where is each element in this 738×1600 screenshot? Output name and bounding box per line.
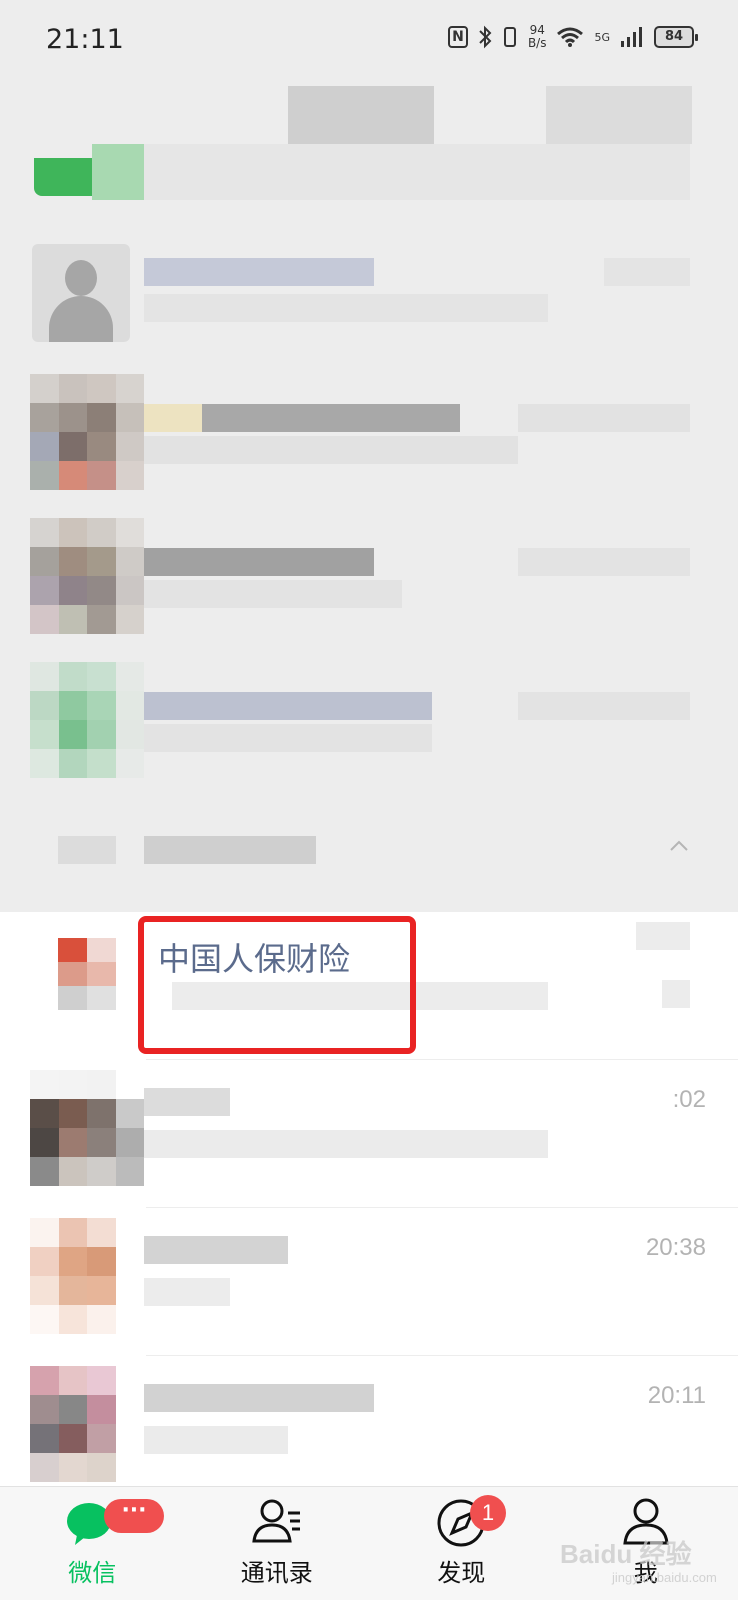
wifi-icon [557, 27, 584, 47]
obscured-row3-time [518, 404, 690, 432]
obscured-chat-name [144, 1384, 374, 1412]
vibrate-icon [503, 27, 516, 47]
tab-label: 微信 [68, 1559, 117, 1587]
obscured-row2-msg [144, 294, 548, 322]
status-bar: 21:11 N 94 B/s 5G 84 [0, 0, 738, 82]
obscured-row2-time [604, 258, 690, 286]
chat-row[interactable]: :02 [0, 1060, 738, 1208]
obscured-row4-name [144, 548, 374, 576]
net-speed-unit: B/s [527, 36, 547, 50]
obscured-chat-name [144, 1088, 230, 1116]
obscured-row5-name [144, 692, 432, 720]
obscured-header [288, 86, 434, 144]
default-avatar [32, 244, 130, 342]
obscured-chat-preview [144, 1278, 230, 1306]
status-icons: N 94 B/s 5G 84 [447, 24, 698, 50]
obscured-chat-preview [144, 1426, 288, 1454]
obscured-row4-time [518, 548, 690, 576]
obscured-chat-name [144, 1236, 288, 1264]
chat-time: 20:11 [647, 1382, 706, 1409]
obscured-chat-list [0, 82, 738, 912]
watermark-logo: Baidu 经验 [560, 1539, 692, 1569]
obscured-avatar [30, 662, 144, 778]
tab-label: 通讯录 [240, 1559, 313, 1587]
battery-icon: 84 [654, 26, 698, 48]
chat-time: 20:38 [645, 1234, 706, 1261]
chat-row[interactable]: 20:38 [0, 1208, 738, 1356]
unread-badge: ··· [104, 1499, 164, 1533]
obscured-avatar [30, 518, 144, 634]
obscured-folded-icon [58, 836, 116, 864]
obscured-row1-text [144, 144, 690, 200]
highlight-annotation [138, 916, 416, 1054]
chat-avatar [30, 1366, 116, 1482]
contacts-icon [252, 1499, 300, 1543]
signal-icon [621, 27, 642, 47]
chat-row[interactable]: 20:11 [0, 1356, 738, 1504]
obscured-avatar [30, 374, 144, 490]
watermark-url: jingyan.baidu.com [612, 1570, 717, 1585]
nfc-icon: N [447, 26, 468, 48]
obscured-row3-msg [144, 436, 518, 464]
net-speed: 94 B/s [528, 24, 547, 50]
chat-avatar [58, 938, 116, 1010]
obscured-row3-tag [144, 404, 202, 432]
tab-contacts[interactable]: 通讯录 [185, 1487, 370, 1600]
chat-time: :02 [672, 1086, 706, 1113]
status-time: 21:11 [46, 24, 124, 55]
collapse-chevron-icon[interactable] [668, 836, 690, 858]
obscured-chat-preview [144, 1130, 548, 1158]
tab-label: 发现 [437, 1559, 486, 1587]
obscured-row5-time [518, 692, 690, 720]
obscured-row2-name [144, 258, 374, 286]
obscured-row1-avatar [92, 144, 144, 200]
bluetooth-icon [479, 25, 492, 49]
obscured-chat-time [636, 922, 690, 950]
obscured-chat-mute [662, 980, 690, 1008]
signal-label: 5G [594, 30, 610, 44]
obscured-row4-msg [144, 580, 402, 608]
obscured-folded-label [144, 836, 316, 864]
chat-avatar [30, 1218, 116, 1334]
tab-discover[interactable]: 发现 [369, 1487, 554, 1600]
obscured-header-right [546, 86, 692, 144]
discover-badge: 1 [470, 1495, 506, 1531]
chat-avatar [30, 1070, 144, 1186]
obscured-row5-msg [144, 724, 432, 752]
